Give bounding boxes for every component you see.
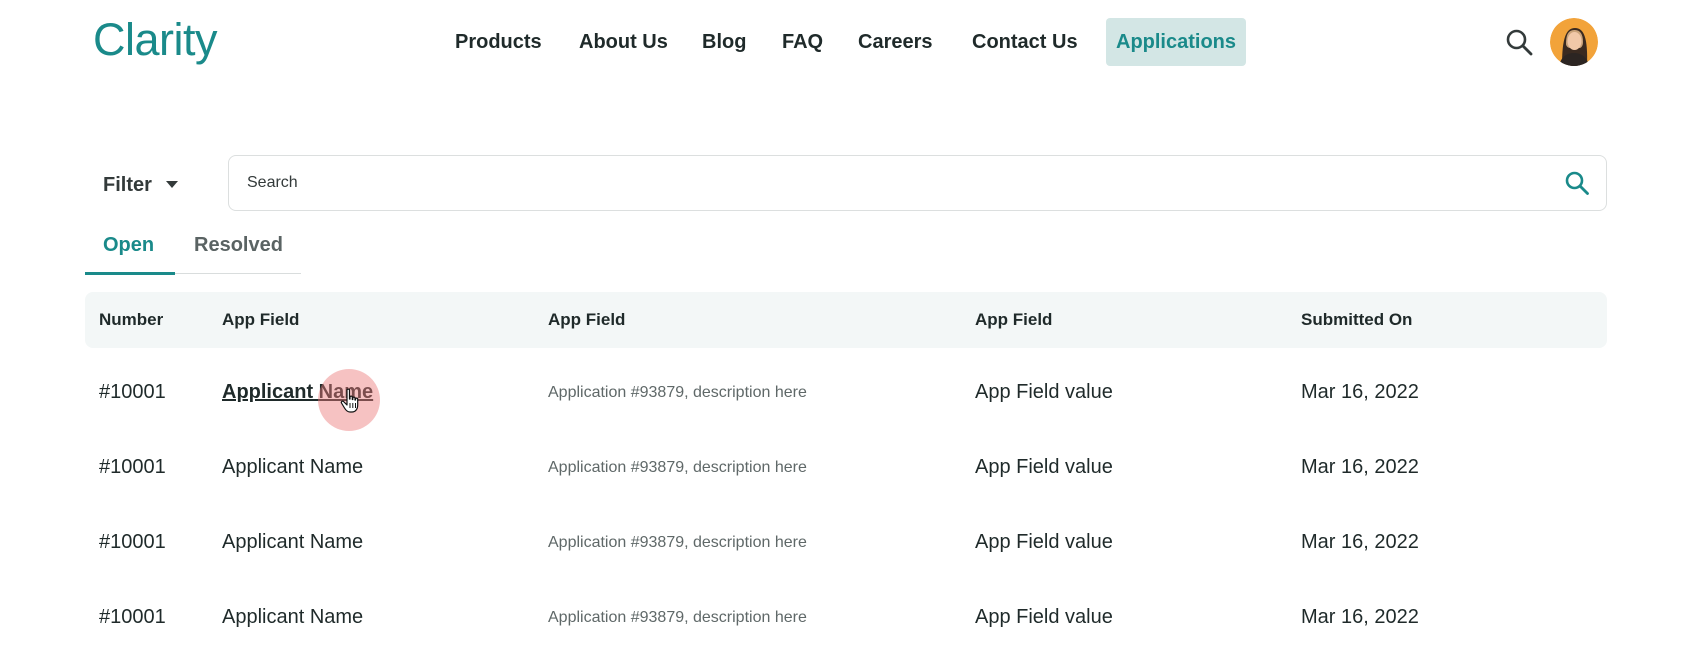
column-header-app-field-2[interactable]: App Field	[548, 292, 625, 348]
row-description: Application #93879, description here	[548, 534, 807, 551]
table-row[interactable]: #10001 Applicant Name Application #93879…	[85, 580, 1607, 655]
row-submitted-date: Mar 16, 2022	[1301, 381, 1419, 403]
user-avatar-icon	[1550, 18, 1598, 66]
column-header-app-field-3[interactable]: App Field	[975, 292, 1052, 348]
active-tab-indicator	[85, 272, 175, 275]
row-field-value: App Field value	[975, 456, 1113, 478]
row-submitted-date: Mar 16, 2022	[1301, 606, 1419, 628]
search-bar	[228, 155, 1607, 211]
status-tabs: Open Resolved	[85, 230, 301, 275]
avatar[interactable]	[1550, 18, 1598, 66]
applicant-name-link[interactable]: Applicant Name	[222, 580, 363, 655]
nav-item-about-us[interactable]: About Us	[579, 18, 668, 66]
hand-pointer-icon	[340, 388, 359, 413]
filter-label: Filter	[103, 173, 152, 196]
table-row[interactable]: #10001 Applicant Name Application #93879…	[85, 355, 1607, 430]
column-header-submitted-on[interactable]: Submitted On	[1301, 292, 1412, 348]
search-input[interactable]	[247, 156, 1527, 209]
row-field-value: App Field value	[975, 381, 1113, 403]
tab-open[interactable]: Open	[103, 234, 154, 257]
nav-item-careers[interactable]: Careers	[858, 18, 933, 66]
nav-item-faq[interactable]: FAQ	[782, 18, 823, 66]
nav-item-products[interactable]: Products	[455, 18, 542, 66]
row-field-value: App Field value	[975, 531, 1113, 553]
applicant-name-link[interactable]: Applicant Name	[222, 505, 363, 580]
caret-down-icon	[165, 181, 178, 188]
row-description: Application #93879, description here	[548, 609, 807, 626]
table-row[interactable]: #10001 Applicant Name Application #93879…	[85, 430, 1607, 505]
nav-item-applications[interactable]: Applications	[1106, 18, 1246, 66]
nav-item-contact-us[interactable]: Contact Us	[972, 18, 1078, 66]
row-field-value: App Field value	[975, 606, 1113, 628]
row-description: Application #93879, description here	[548, 384, 807, 401]
applicant-name-link[interactable]: Applicant Name	[222, 430, 363, 505]
search-submit-icon[interactable]	[1564, 170, 1590, 196]
row-number: #10001	[99, 456, 166, 478]
nav-item-blog[interactable]: Blog	[702, 18, 746, 66]
row-number: #10001	[99, 381, 166, 403]
row-submitted-date: Mar 16, 2022	[1301, 456, 1419, 478]
row-number: #10001	[99, 531, 166, 553]
table-header: Number App Field App Field App Field Sub…	[85, 292, 1607, 348]
row-description: Application #93879, description here	[548, 459, 807, 476]
search-icon[interactable]	[1505, 28, 1533, 56]
brand-logo[interactable]: Clarity	[93, 14, 218, 66]
row-number: #10001	[99, 606, 166, 628]
column-header-number[interactable]: Number	[99, 292, 163, 348]
tab-resolved[interactable]: Resolved	[194, 234, 283, 257]
column-header-app-field-1[interactable]: App Field	[222, 292, 299, 348]
table-row[interactable]: #10001 Applicant Name Application #93879…	[85, 505, 1607, 580]
filter-dropdown[interactable]: Filter	[103, 170, 178, 200]
row-submitted-date: Mar 16, 2022	[1301, 531, 1419, 553]
